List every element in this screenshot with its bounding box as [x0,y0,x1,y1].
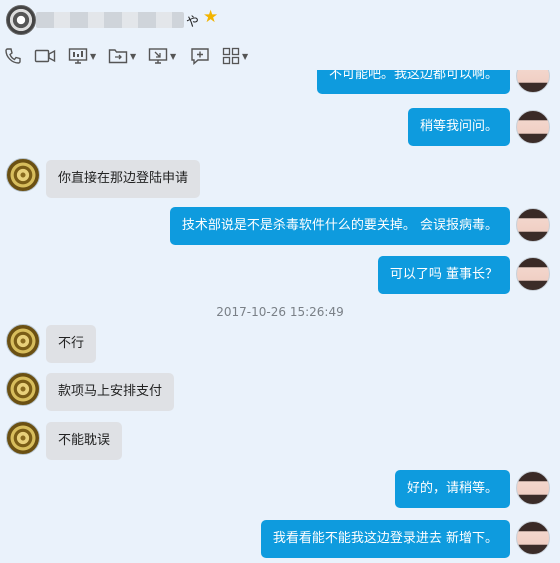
folder-icon [108,49,128,64]
contact-name-redacted [36,12,184,28]
contact-name-suffix: や [186,15,200,30]
incoming-message-bubble[interactable]: 不行 [46,325,97,363]
chevron-down-icon[interactable]: ▼ [242,52,248,61]
voice-call-button[interactable] [4,44,22,68]
self-avatar[interactable] [516,257,550,291]
outgoing-message-bubble[interactable]: 好的，请稍等。 [394,470,510,508]
incoming-message-bubble[interactable]: 你直接在那边登陆申请 [46,160,201,198]
title-bar: や ★ [0,0,560,40]
star-icon[interactable]: ★ [203,9,218,26]
screen-share-icon [68,48,88,64]
incoming-message-bubble[interactable]: 不能耽误 [46,422,123,460]
contact-avatar[interactable] [6,372,40,406]
add-app-icon [191,48,209,65]
contact-avatar[interactable] [6,158,40,192]
outgoing-message-bubble[interactable]: 技术部说是不是杀毒软件什么的要关掉。 会误报病毒。 [169,207,510,245]
chevron-down-icon[interactable]: ▼ [170,52,176,61]
grid-icon [222,47,240,65]
self-avatar[interactable] [516,471,550,505]
add-app-button[interactable] [190,44,210,68]
self-avatar[interactable] [516,521,550,555]
contact-avatar[interactable] [6,421,40,455]
contact-avatar[interactable] [6,5,36,35]
screen-share-button[interactable]: ▼ [68,44,96,68]
chat-toolbar: ▼ ▼ ▼ ▼ [0,44,560,70]
outgoing-message-bubble[interactable]: 我看看能不能我这边登录进去 新增下。 [260,520,510,558]
video-icon [34,49,56,63]
message-timestamp: 2017-10-26 15:26:49 [216,305,344,319]
outgoing-message-bubble[interactable]: 可以了吗 董事长？ [377,256,510,294]
self-avatar[interactable] [516,110,550,144]
chevron-down-icon[interactable]: ▼ [130,52,136,61]
remote-desktop-icon [148,48,168,64]
video-call-button[interactable] [34,44,56,68]
message-list[interactable]: 不可能吧。我这边都可以啊。 稍等我问问。 你直接在那边登陆申请 技术部说是不是杀… [0,70,560,563]
self-avatar[interactable] [516,70,550,93]
file-transfer-button[interactable]: ▼ [108,44,136,68]
outgoing-message-bubble[interactable]: 不可能吧。我这边都可以啊。 [316,70,510,94]
remote-desktop-button[interactable]: ▼ [148,44,176,68]
outgoing-message-bubble[interactable]: 稍等我问问。 [407,108,510,146]
more-apps-button[interactable]: ▼ [222,44,248,68]
self-avatar[interactable] [516,208,550,242]
contact-avatar[interactable] [6,324,40,358]
phone-icon [5,48,21,64]
incoming-message-bubble[interactable]: 款项马上安排支付 [46,373,175,411]
chevron-down-icon[interactable]: ▼ [90,52,96,61]
